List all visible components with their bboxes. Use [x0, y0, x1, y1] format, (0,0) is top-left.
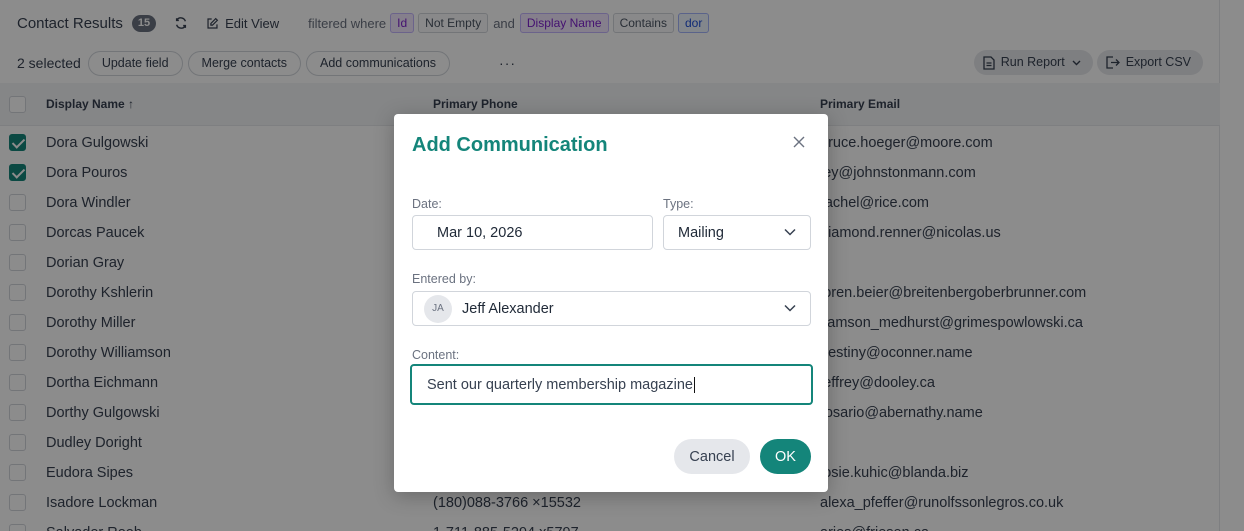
entered-by-value: Jeff Alexander [462, 300, 554, 317]
content-label: Content: [412, 348, 460, 362]
dialog-title: Add Communication [412, 134, 608, 156]
date-field[interactable]: Mar 10, 2026 [412, 215, 653, 250]
app: Contact Results 15 Edit View filtered wh… [0, 0, 1244, 531]
ok-button[interactable]: OK [760, 439, 811, 474]
chevron-down-icon [784, 228, 796, 236]
content-input[interactable]: Sent our quarterly membership magazine [410, 364, 813, 405]
text-cursor [693, 376, 695, 393]
chevron-down-icon [784, 304, 796, 312]
entered-by-label: Entered by: [412, 272, 476, 286]
close-icon[interactable] [792, 135, 806, 149]
type-label: Type: [663, 197, 694, 211]
cancel-button[interactable]: Cancel [674, 439, 750, 474]
date-value: Mar 10, 2026 [437, 224, 523, 241]
date-label: Date: [412, 197, 442, 211]
type-value: Mailing [678, 224, 724, 241]
add-communication-dialog: Add Communication Date: Mar 10, 2026 Typ… [394, 114, 828, 492]
content-value: Sent our quarterly membership magazine [427, 376, 693, 393]
entered-by-select[interactable]: JA Jeff Alexander [412, 291, 811, 326]
type-select[interactable]: Mailing [663, 215, 811, 250]
avatar: JA [424, 294, 452, 323]
